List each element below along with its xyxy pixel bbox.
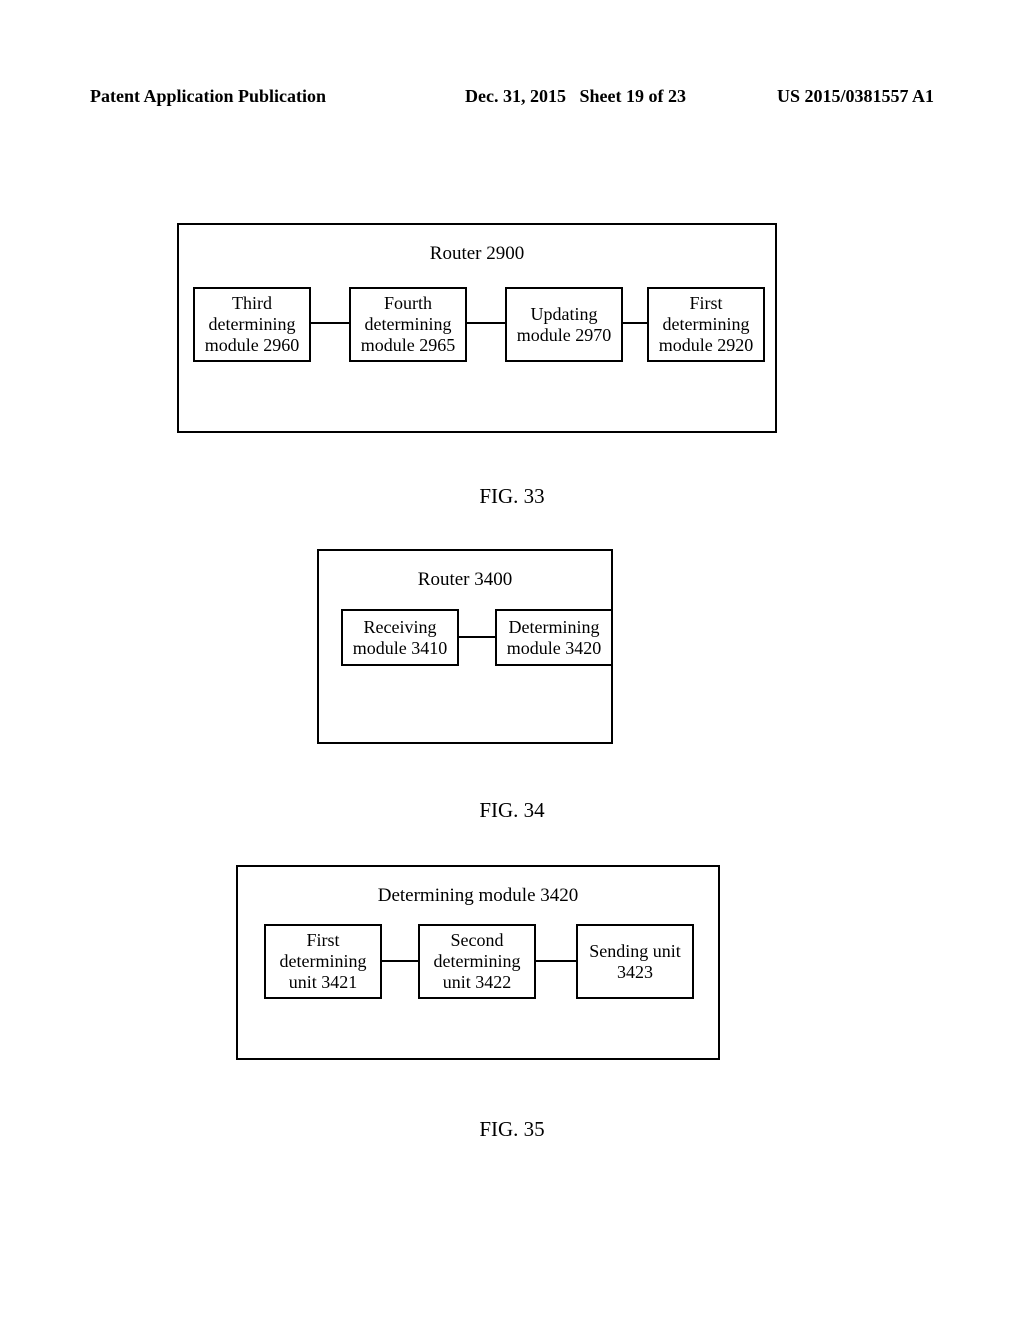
fig34-module-3410: Receiving module 3410 bbox=[341, 609, 459, 666]
fig35-unit-3421: First determining unit 3421 bbox=[264, 924, 382, 999]
fig35-title: Determining module 3420 bbox=[238, 885, 718, 907]
header-mid: Dec. 31, 2015 Sheet 19 of 23 bbox=[465, 86, 686, 107]
fig33-module-2960: Third determining module 2960 bbox=[193, 287, 311, 362]
connector-line bbox=[382, 960, 418, 962]
fig34-container: Router 3400 Receiving module 3410 Determ… bbox=[317, 549, 613, 744]
connector-line bbox=[311, 322, 349, 324]
fig35-unit-3422: Second determining unit 3422 bbox=[418, 924, 536, 999]
connector-line bbox=[536, 960, 576, 962]
fig33-caption: FIG. 33 bbox=[0, 484, 1024, 509]
fig34-title: Router 3400 bbox=[319, 569, 611, 591]
fig35-caption: FIG. 35 bbox=[0, 1117, 1024, 1142]
header-sheet: Sheet 19 of 23 bbox=[579, 86, 686, 106]
fig35-unit-3423: Sending unit 3423 bbox=[576, 924, 694, 999]
header-left: Patent Application Publication bbox=[90, 86, 326, 107]
connector-line bbox=[459, 636, 495, 638]
fig33-module-2920: First determining module 2920 bbox=[647, 287, 765, 362]
fig34-caption: FIG. 34 bbox=[0, 798, 1024, 823]
header-date: Dec. 31, 2015 bbox=[465, 86, 566, 106]
fig35-container: Determining module 3420 First determinin… bbox=[236, 865, 720, 1060]
connector-line bbox=[623, 322, 647, 324]
header-pubno: US 2015/0381557 A1 bbox=[777, 86, 934, 107]
fig33-module-2970: Updating module 2970 bbox=[505, 287, 623, 362]
fig34-module-3420: Determining module 3420 bbox=[495, 609, 613, 666]
fig33-title: Router 2900 bbox=[179, 243, 775, 265]
connector-line bbox=[467, 322, 505, 324]
fig33-container: Router 2900 Third determining module 296… bbox=[177, 223, 777, 433]
fig33-module-2965: Fourth determining module 2965 bbox=[349, 287, 467, 362]
